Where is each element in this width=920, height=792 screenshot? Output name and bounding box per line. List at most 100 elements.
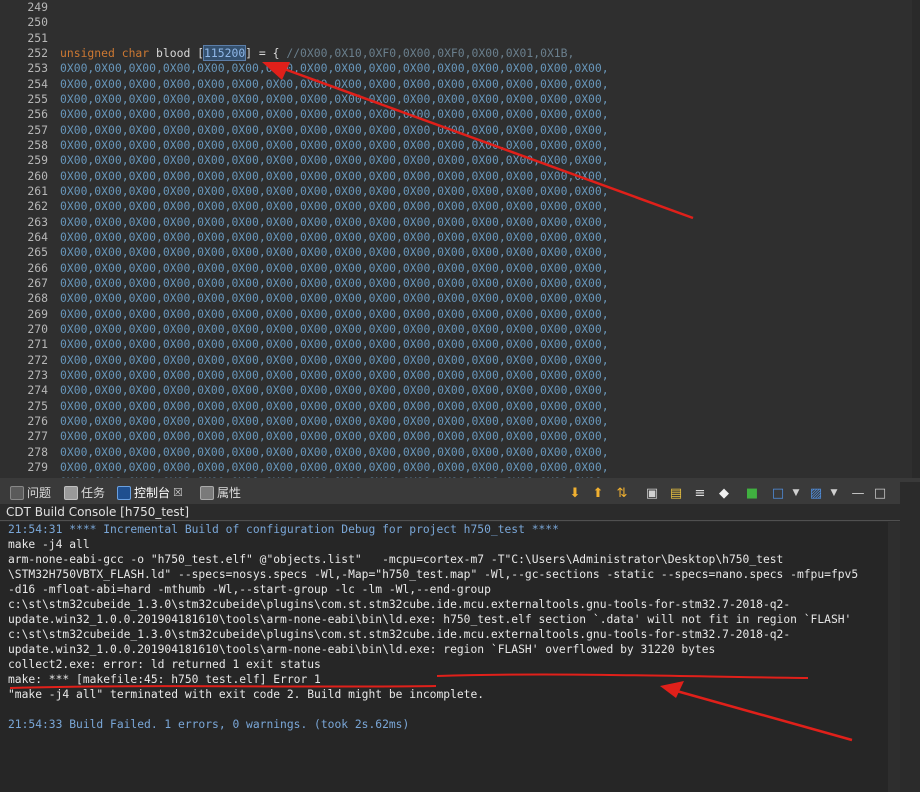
line-number: 249	[27, 0, 48, 14]
line-number: 262	[27, 199, 48, 214]
line-number: 277	[27, 429, 48, 444]
maximize-icon[interactable]: □	[872, 485, 888, 501]
code-text: 0X00,0X00,0X00,0X00,0X00,0X00,0X00,0X00,…	[60, 168, 609, 183]
code-text: 0X00,0X00,0X00,0X00,0X00,0X00,0X00,0X00,…	[60, 429, 609, 444]
code-text: 0X00,0X00,0X00,0X00,0X00,0X00,0X00,0X00,…	[60, 107, 609, 122]
tab-console[interactable]: 控制台 ☒	[117, 484, 183, 502]
chevron-down-icon[interactable]: ▼	[788, 485, 804, 501]
tab-properties[interactable]: 属性	[200, 484, 241, 502]
line-number: 261	[27, 183, 48, 198]
line-number: 250	[27, 15, 48, 30]
code-text: 0X00,0X00,0X00,0X00,0X00,0X00,0X00,0X00,…	[60, 383, 609, 398]
panel-tab-bar: 问题 任务 控制台 ☒ 属性 ⬇ ⬆ ⇅ ▣ ▤ ≡ ◆ ■ □ ▼ ▨ ▼ —…	[0, 482, 920, 505]
line-number: 278	[27, 444, 48, 459]
build-console[interactable]: 21:54:31 **** Incremental Build of confi…	[0, 522, 900, 792]
console-line: update.win32_1.0.0.201904181610\tools\ar…	[8, 613, 852, 626]
problems-icon	[10, 486, 24, 500]
line-number: 252	[27, 45, 48, 60]
console-line: make -j4 all	[8, 538, 90, 551]
console-line: \STM32H750VBTX_FLASH.ld" --specs=nosys.s…	[8, 568, 859, 581]
line-number: 271	[27, 337, 48, 352]
code-text: 0X00,0X00,0X00,0X00,0X00,0X00,0X00,0X00,…	[60, 413, 609, 428]
line-number: 274	[27, 383, 48, 398]
decl-bracket-close: ] = {	[245, 45, 280, 60]
line-number: 276	[27, 413, 48, 428]
line-number: 268	[27, 291, 48, 306]
tab-properties-label: 属性	[217, 486, 242, 500]
console-line: 21:54:33 Build Failed. 1 errors, 0 warni…	[8, 718, 410, 731]
line-number: 258	[27, 137, 48, 152]
code-text: 0X00,0X00,0X00,0X00,0X00,0X00,0X00,0X00,…	[60, 444, 609, 459]
arrow-up-icon[interactable]: ⬆	[590, 485, 606, 501]
code-editor[interactable]: 249 250 251 252 unsigned char blood [115200]…	[0, 0, 920, 478]
line-number: 270	[27, 321, 48, 336]
console-line: "make -j4 all" terminated with exit code…	[8, 688, 485, 701]
minimize-icon[interactable]: —	[850, 485, 866, 501]
right-side-strip	[900, 482, 920, 792]
code-text: 0X00,0X00,0X00,0X00,0X00,0X00,0X00,0X00,…	[60, 321, 609, 336]
line-number: 269	[27, 306, 48, 321]
code-text: 0X00,0X00,0X00,0X00,0X00,0X00,0X00,0X00,…	[60, 214, 609, 229]
code-text: 0X00,0X00,0X00,0X00,0X00,0X00,0X00,0X00,…	[60, 398, 609, 413]
tab-problems[interactable]: 问题	[10, 484, 51, 502]
console-icon	[117, 486, 131, 500]
arrow-down-icon[interactable]: ⬇	[567, 485, 583, 501]
code-text: 0X00,0X00,0X00,0X00,0X00,0X00,0X00,0X00,…	[60, 91, 609, 106]
code-text: 0X00,0X00,0X00,0X00,0X00,0X00,0X00,0X00,…	[60, 352, 609, 367]
chevron-down-icon[interactable]: ▼	[826, 485, 842, 501]
line-number: 259	[27, 153, 48, 168]
console-line: make: *** [makefile:45: h750_test.elf] E…	[8, 673, 321, 686]
console-title: CDT Build Console [h750_test]	[0, 504, 900, 521]
properties-icon	[200, 486, 214, 500]
code-text: 0X00,0X00,0X00,0X00,0X00,0X00,0X00,0X00,…	[60, 76, 609, 91]
code-text: 0X00,0X00,0X00,0X00,0X00,0X00,0X00,0X00,…	[60, 183, 609, 198]
code-text: 0X00,0X00,0X00,0X00,0X00,0X00,0X00,0X00,…	[60, 260, 609, 275]
code-text: 0X00,0X00,0X00,0X00,0X00,0X00,0X00,0X00,…	[60, 229, 609, 244]
close-tab-icon[interactable]: ☒	[173, 484, 183, 502]
swap-icon[interactable]: ⇅	[614, 485, 630, 501]
code-text: 0X00,0X00,0X00,0X00,0X00,0X00,0X00,0X00,…	[60, 199, 609, 214]
decl-bracket-open: [	[197, 45, 205, 60]
code-text: 0X00,0X00,0X00,0X00,0X00,0X00,0X00,0X00,…	[60, 137, 609, 152]
decl-keyword: unsigned char	[60, 45, 150, 60]
code-text: 0X00,0X00,0X00,0X00,0X00,0X00,0X00,0X00,…	[60, 122, 609, 137]
array-size-selected: 115200	[203, 44, 247, 61]
tab-console-label: 控制台	[134, 486, 171, 500]
code-text: 0X00,0X00,0X00,0X00,0X00,0X00,0X00,0X00,…	[60, 275, 609, 290]
line-number: 279	[27, 459, 48, 474]
line-number: 272	[27, 352, 48, 367]
new-console-icon[interactable]: ▨	[808, 485, 824, 501]
line-number: 263	[27, 214, 48, 229]
line-number: 256	[27, 107, 48, 122]
line-number: 265	[27, 245, 48, 260]
pin-icon[interactable]: ▣	[644, 485, 660, 501]
editor-scrollbar[interactable]	[912, 0, 920, 478]
line-number: 266	[27, 260, 48, 275]
open-console-icon[interactable]: ■	[744, 485, 760, 501]
lock-icon[interactable]: ▤	[668, 485, 684, 501]
display-selected-icon[interactable]: □	[770, 485, 786, 501]
line-number: 264	[27, 229, 48, 244]
line-number: 251	[27, 30, 48, 45]
tab-tasks[interactable]: 任务	[64, 484, 105, 502]
console-line: c:\st\stm32cubeide_1.3.0\stm32cubeide\pl…	[8, 628, 791, 641]
code-text: 0X00,0X00,0X00,0X00,0X00,0X00,0X00,0X00,…	[60, 306, 609, 321]
code-text: 0X00,0X00,0X00,0X00,0X00,0X00,0X00,0X00,…	[60, 337, 609, 352]
tasks-icon	[64, 486, 78, 500]
line-number: 273	[27, 367, 48, 382]
code-text: 0X00,0X00,0X00,0X00,0X00,0X00,0X00,0X00,…	[60, 459, 609, 474]
console-line: 21:54:31 **** Incremental Build of confi…	[8, 523, 559, 536]
code-text: 0X00,0X00,0X00,0X00,0X00,0X00,0X00,0X00,…	[60, 245, 609, 260]
line-number: 267	[27, 275, 48, 290]
line-number: 254	[27, 76, 48, 91]
line-number: 260	[27, 168, 48, 183]
line-number: 253	[27, 61, 48, 76]
console-line: update.win32_1.0.0.201904181610\tools\ar…	[8, 643, 716, 656]
clear-icon[interactable]: ◆	[716, 485, 732, 501]
word-wrap-icon[interactable]: ≡	[692, 485, 708, 501]
line-number: 257	[27, 122, 48, 137]
code-text: 0X00,0X00,0X00,0X00,0X00,0X00,0X00,0X00,…	[60, 291, 609, 306]
decl-identifier: blood	[156, 45, 191, 60]
console-scrollbar[interactable]	[888, 522, 900, 792]
array-declaration: unsigned char blood [115200] = { //0X00,…	[60, 44, 574, 61]
